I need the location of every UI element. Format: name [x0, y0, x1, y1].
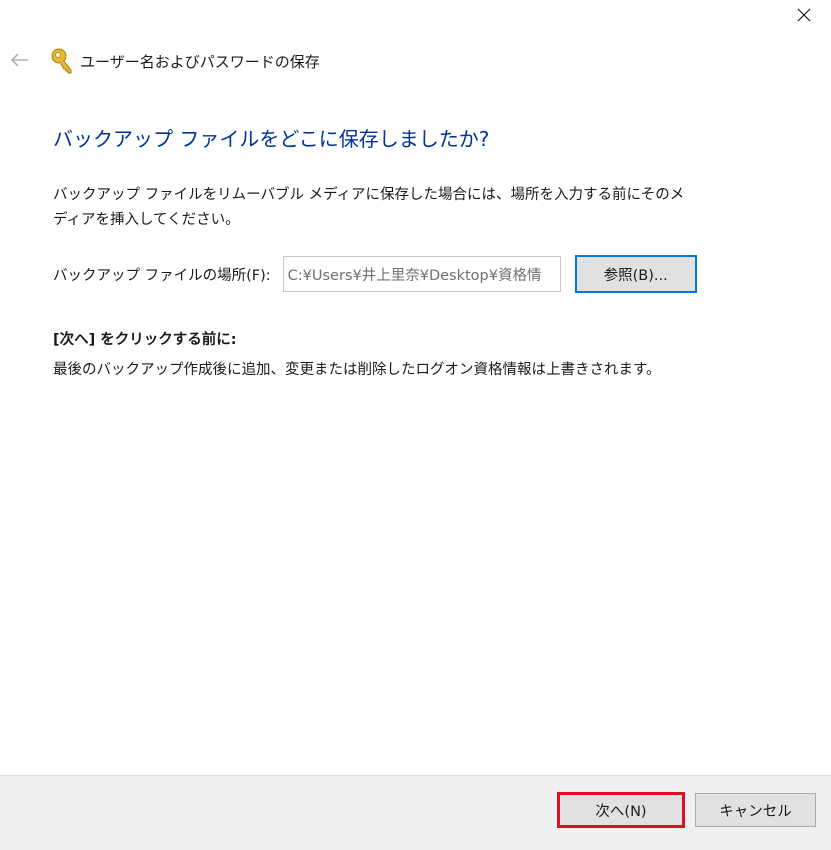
- footer-bar: 次へ(N) キャンセル: [0, 775, 831, 850]
- note-text: 最後のバックアップ作成後に追加、変更または削除したログオン資格情報は上書きされま…: [53, 362, 661, 378]
- close-button[interactable]: [781, 2, 827, 30]
- location-label: バックアップ ファイルの場所(F):: [53, 267, 271, 284]
- instruction-text: バックアップ ファイルをリムーバブル メディアに保存した場合には、場所を入力する…: [53, 187, 685, 228]
- page-title: バックアップ ファイルをどこに保存しましたか?: [53, 127, 490, 151]
- browse-button[interactable]: 参照(B)...: [574, 255, 697, 293]
- key-icon: [50, 47, 74, 75]
- window-title: ユーザー名およびパスワードの保存: [80, 52, 320, 71]
- arrow-left-icon: [10, 52, 29, 71]
- next-button[interactable]: 次へ(N): [557, 792, 685, 828]
- location-row: バックアップ ファイルの場所(F): 参照(B)...: [53, 254, 697, 294]
- close-icon: [797, 7, 811, 26]
- cancel-button[interactable]: キャンセル: [695, 793, 816, 827]
- back-button[interactable]: [6, 47, 34, 75]
- note-heading: [次へ] をクリックする前に:: [53, 332, 237, 348]
- header: ユーザー名およびパスワードの保存: [6, 46, 320, 76]
- backup-location-input[interactable]: [282, 256, 561, 292]
